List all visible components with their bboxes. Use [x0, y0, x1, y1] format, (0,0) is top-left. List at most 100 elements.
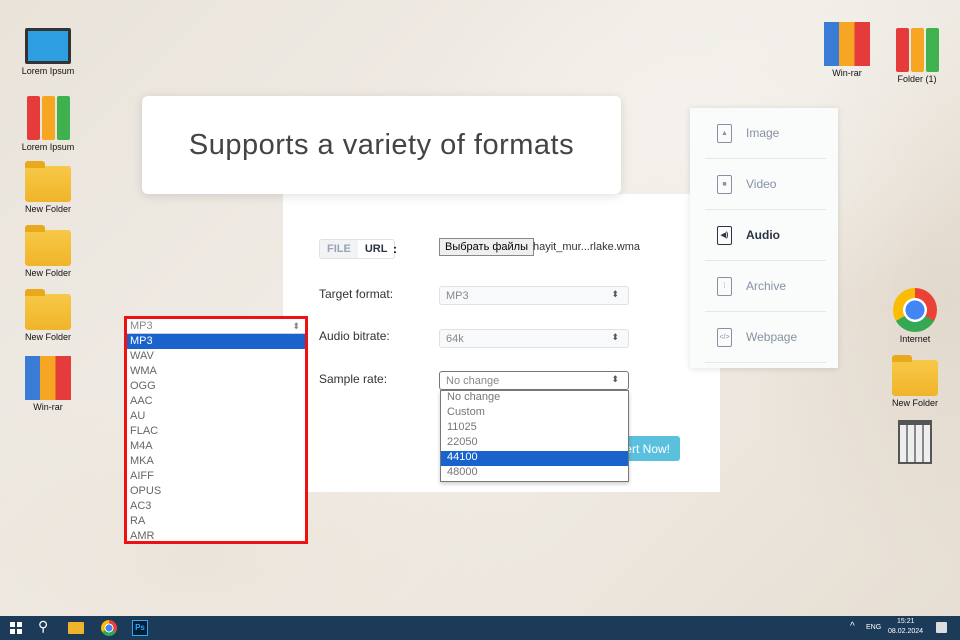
- binders-icon: [25, 96, 71, 140]
- binders-icon: [894, 28, 940, 72]
- video-file-icon: ■: [717, 174, 732, 194]
- select-arrows-icon: ⬍: [611, 289, 619, 299]
- sample-rate-select[interactable]: No change ⬍: [439, 371, 629, 390]
- clock-date[interactable]: 08.02.2024: [888, 628, 923, 635]
- sample-rate-dropdown: No change Custom 11025 22050 44100 48000: [440, 390, 629, 482]
- format-option[interactable]: FLAC: [127, 424, 305, 439]
- bitrate-select[interactable]: 64k ⬍: [439, 329, 629, 348]
- desktop-icon-winrar[interactable]: Win-rar: [812, 22, 882, 78]
- image-file-icon: ▲: [717, 123, 732, 143]
- icon-label: New Folder: [24, 204, 71, 214]
- tab-url[interactable]: URL: [358, 240, 395, 258]
- desktop-icon-binders[interactable]: Folder (1): [882, 28, 952, 84]
- trash-icon: [898, 420, 932, 464]
- language-indicator[interactable]: ENG: [866, 624, 881, 631]
- icon-label: Internet: [899, 334, 931, 344]
- format-option[interactable]: AC3: [127, 499, 305, 514]
- clock-time[interactable]: 15:21: [897, 618, 915, 625]
- menu-label: Video: [746, 177, 777, 191]
- format-dropdown: MP3 ⬍ MP3 WAV WMA OGG AAC AU FLAC M4A MKA…: [124, 316, 308, 544]
- option-highlighted[interactable]: 44100: [441, 451, 628, 466]
- desktop-icon-chrome[interactable]: Internet: [880, 288, 950, 344]
- format-option[interactable]: AU: [127, 409, 305, 424]
- winrar-icon: [824, 22, 870, 66]
- search-icon[interactable]: ⚲: [38, 618, 48, 635]
- menu-item-archive[interactable]: ⁞ Archive: [705, 261, 826, 312]
- tab-file[interactable]: FILE: [320, 240, 358, 258]
- choose-file-button[interactable]: Выбрать файлы: [439, 238, 534, 256]
- target-format-select[interactable]: MP3 ⬍: [439, 286, 629, 305]
- menu-label: Webpage: [746, 330, 798, 344]
- menu-label: Archive: [746, 279, 787, 293]
- option[interactable]: 11025: [441, 421, 628, 436]
- icon-label: Win-rar: [33, 402, 63, 412]
- desktop-icon-folder[interactable]: New Folder: [13, 222, 83, 278]
- desktop-icon-folder[interactable]: New Folder: [13, 286, 83, 342]
- chrome-taskbar-icon[interactable]: [101, 620, 117, 636]
- menu-item-image[interactable]: ▲ Image: [705, 108, 826, 159]
- format-option[interactable]: MKA: [127, 454, 305, 469]
- format-option[interactable]: WMA: [127, 364, 305, 379]
- desktop-icon-trash[interactable]: [880, 420, 950, 466]
- format-option[interactable]: AIFF: [127, 469, 305, 484]
- select-value: MP3: [130, 320, 153, 332]
- file-name: hayit_mur...rlake.wma: [533, 241, 640, 253]
- chrome-icon: [893, 288, 937, 332]
- banner-card: Supports a variety of formats: [142, 96, 621, 194]
- icon-label: New Folder: [24, 332, 71, 342]
- desktop-icon-computer[interactable]: Lorem Ipsum: [13, 28, 83, 76]
- option[interactable]: No change: [441, 391, 628, 406]
- colon: :: [393, 242, 397, 256]
- desktop-icon-binders[interactable]: Lorem Ipsum: [13, 96, 83, 152]
- option[interactable]: 22050: [441, 436, 628, 451]
- icon-label: Win-rar: [832, 68, 862, 78]
- photoshop-icon[interactable]: Ps: [132, 620, 148, 636]
- folder-icon: [892, 355, 938, 396]
- format-option-highlighted[interactable]: MP3: [127, 334, 305, 349]
- select-arrows-icon: ⬍: [292, 321, 300, 331]
- select-arrows-icon: ⬍: [611, 374, 619, 384]
- winrar-icon: [25, 356, 71, 400]
- converter-panel: FILE URL : Выбрать файлы hayit_mur...rla…: [283, 194, 720, 492]
- icon-label: Folder (1): [897, 74, 937, 84]
- category-menu: ▲ Image ■ Video ◀) Audio ⁞ Archive </> Webpag…: [690, 108, 838, 368]
- menu-item-video[interactable]: ■ Video: [705, 159, 826, 210]
- bitrate-label: Audio bitrate:: [319, 329, 390, 343]
- format-option[interactable]: AAC: [127, 394, 305, 409]
- menu-item-webpage[interactable]: </> Webpage: [705, 312, 826, 363]
- desktop-icon-folder[interactable]: New Folder: [880, 352, 950, 408]
- menu-label: Image: [746, 126, 780, 140]
- select-value: MP3: [446, 290, 469, 302]
- format-select[interactable]: MP3 ⬍: [127, 319, 305, 334]
- format-option[interactable]: OPUS: [127, 484, 305, 499]
- option[interactable]: 48000: [441, 466, 628, 481]
- menu-label: Audio: [746, 228, 780, 242]
- notification-icon[interactable]: [936, 622, 947, 633]
- format-option[interactable]: AMR: [127, 529, 305, 541]
- menu-item-audio[interactable]: ◀) Audio: [705, 210, 826, 261]
- desktop-icon-winrar[interactable]: Win-rar: [13, 356, 83, 412]
- format-option[interactable]: WAV: [127, 349, 305, 364]
- format-option[interactable]: OGG: [127, 379, 305, 394]
- desktop-icon-folder[interactable]: New Folder: [13, 158, 83, 214]
- icon-label: New Folder: [24, 268, 71, 278]
- windows-start-icon[interactable]: [10, 622, 22, 634]
- target-format-label: Target format:: [319, 287, 394, 301]
- select-value: No change: [446, 375, 500, 387]
- taskbar: ⚲ Ps ^ ENG 15:21 08.02.2024: [0, 616, 960, 640]
- source-tabs: FILE URL: [319, 239, 396, 259]
- file-explorer-icon[interactable]: [68, 622, 84, 634]
- webpage-file-icon: </>: [717, 327, 732, 347]
- format-option[interactable]: M4A: [127, 439, 305, 454]
- computer-icon: [25, 28, 71, 64]
- select-arrows-icon: ⬍: [611, 332, 619, 342]
- audio-file-icon: ◀): [717, 225, 732, 245]
- tray-chevron-icon[interactable]: ^: [850, 621, 855, 632]
- archive-file-icon: ⁞: [717, 276, 732, 296]
- folder-icon: [25, 161, 71, 202]
- format-option[interactable]: RA: [127, 514, 305, 529]
- icon-label: Lorem Ipsum: [21, 142, 75, 152]
- sample-rate-label: Sample rate:: [319, 372, 388, 386]
- icon-label: Lorem Ipsum: [21, 66, 75, 76]
- option[interactable]: Custom: [441, 406, 628, 421]
